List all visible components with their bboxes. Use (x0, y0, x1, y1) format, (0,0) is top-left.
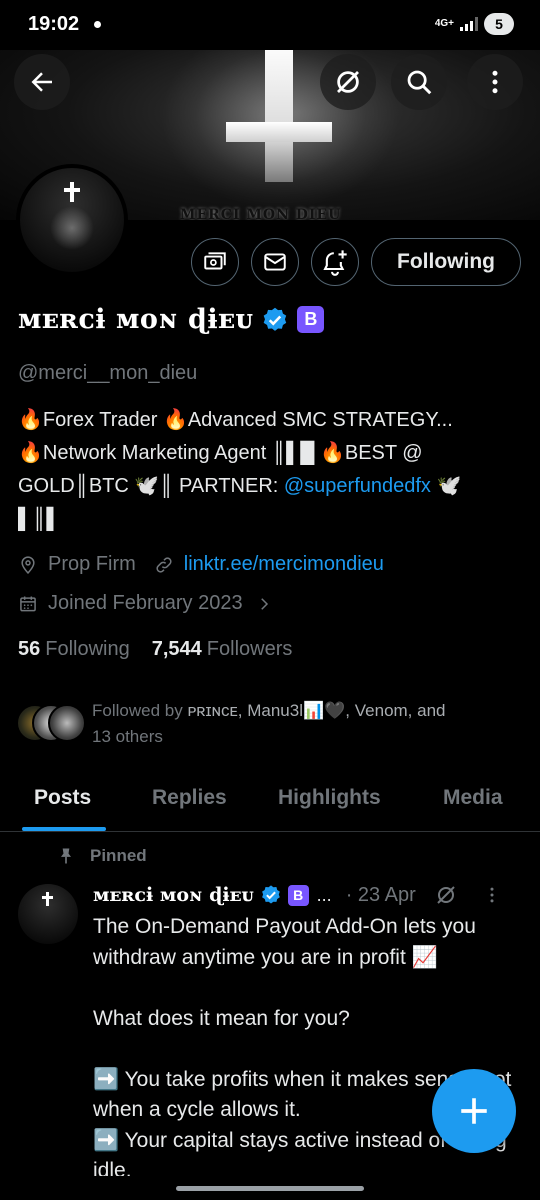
search-button[interactable] (391, 54, 447, 110)
post-header: ᴍᴇʀᴄɨ ᴍᴏɴ ɖɨᴇᴜ B ... · 23 Apr (93, 883, 523, 907)
chevron-right-icon (260, 597, 268, 610)
more-vertical-icon (492, 70, 498, 94)
battery-icon: 5 (484, 13, 514, 35)
bio-text: GOLD║BTC 🕊️║ PARTNER: (18, 475, 284, 497)
home-indicator[interactable] (176, 1186, 364, 1191)
tab-highlights[interactable]: Highlights (278, 786, 381, 810)
grok-icon[interactable] (434, 883, 458, 907)
post-subscription-badge: B (287, 884, 309, 906)
grok-icon (337, 71, 359, 93)
tab-posts[interactable]: Posts (34, 786, 91, 810)
tab-replies[interactable]: Replies (152, 786, 227, 810)
notify-button[interactable] (311, 238, 359, 286)
network-label: 4G+ (434, 18, 454, 29)
location-icon (21, 555, 35, 574)
back-arrow-icon (31, 72, 52, 92)
banner-cross-icon (265, 40, 293, 182)
followed-by-text: Followed by ᴘʀɪɴᴄᴇ, Manu3l📊🖤, Venom, and… (92, 698, 522, 750)
avatar (48, 704, 86, 742)
status-bar: 19:02 4G+ 5 (0, 0, 540, 50)
website-link[interactable]: linktr.ee/mercimondieu (184, 553, 384, 576)
joined-text: Joined February 2023 (48, 592, 243, 614)
notification-dot-icon (94, 21, 101, 28)
avatar-cross-bar (64, 188, 80, 192)
pinned-label: Pinned (90, 846, 147, 865)
banner-cross-bar (226, 122, 332, 142)
avatar-cross-bar (42, 896, 53, 899)
pinned-label-row: Pinned (56, 846, 147, 866)
profile-tabs: Posts Replies Highlights Media (0, 770, 540, 832)
status-icons: 4G+ 5 (435, 13, 514, 35)
more-button[interactable] (467, 54, 523, 110)
following-count: 56 (18, 638, 41, 660)
link-icon (156, 556, 172, 573)
battery-level: 5 (495, 16, 503, 32)
message-button[interactable] (251, 238, 299, 286)
bio-line: ▌║▌ (18, 508, 61, 530)
message-icon (264, 253, 286, 271)
banner-text: MERCI MON DIEU (180, 207, 342, 220)
status-time: 19:02 (28, 13, 80, 35)
post-author-truncation: ... (316, 884, 332, 905)
grok-button[interactable] (320, 54, 376, 110)
profile-name-row: ᴍᴇʀᴄɨ ᴍᴏɴ ɖɨᴇᴜ B (18, 304, 325, 335)
bio-line: 🔥Forex Trader 🔥Advanced SMC STRATEGY... (18, 409, 453, 431)
tips-icon (204, 252, 226, 270)
followed-by-avatars (16, 704, 88, 744)
bio-line: 🔥Network Marketing Agent ║▌█ 🔥BEST @ (18, 442, 423, 464)
following-label: Following (45, 638, 130, 660)
tab-media[interactable]: Media (443, 786, 503, 810)
profile-meta-joined-row[interactable]: Joined February 2023 (18, 592, 283, 615)
profile-bio: 🔥Forex Trader 🔥Advanced SMC STRATEGY... … (18, 404, 518, 536)
notification-bell-icon (323, 250, 347, 276)
pin-icon (61, 848, 71, 864)
post-more-icon[interactable] (482, 885, 502, 905)
subscription-badge: B (297, 306, 325, 333)
followed-by-prefix: Followed by (92, 701, 188, 720)
back-button[interactable] (14, 54, 70, 110)
bio-line: GOLD║BTC 🕊️║ PARTNER: @superfundedfx 🕊️ (18, 470, 518, 503)
post-date[interactable]: · 23 Apr (346, 884, 416, 907)
signal-icon (460, 17, 478, 31)
following-button[interactable]: Following (371, 238, 521, 286)
profile-meta-location-row: Prop Firm linktr.ee/mercimondieu (18, 553, 384, 576)
location-text: Prop Firm (48, 553, 136, 575)
search-icon (407, 70, 432, 95)
display-name: ᴍᴇʀᴄɨ ᴍᴏɴ ɖɨᴇᴜ (18, 304, 254, 335)
verified-icon (264, 307, 287, 331)
compose-button[interactable] (432, 1069, 516, 1153)
compose-plus-icon (461, 1098, 487, 1124)
verified-icon (261, 885, 280, 904)
followed-by-suffix: 13 others (92, 727, 163, 746)
avatar-cross-icon (46, 892, 49, 906)
followed-by-names: ᴘʀɪɴᴄᴇ, Manu3l📊🖤, Venom, and (187, 701, 446, 720)
followers-count: 7,544 (151, 638, 202, 660)
avatar-glow (50, 206, 94, 250)
following-count-link[interactable]: 56 Following (18, 638, 130, 661)
bio-mention-link[interactable]: @superfundedfx (284, 475, 431, 497)
avatar-cross-icon (70, 182, 74, 202)
follow-counts: 56 Following 7,544 Followers (18, 638, 292, 661)
followers-count-link[interactable]: 7,544 Followers (152, 638, 293, 661)
post-author-avatar[interactable] (18, 884, 78, 944)
followers-label: Followers (206, 638, 293, 660)
calendar-icon (20, 596, 36, 611)
tips-button[interactable] (191, 238, 239, 286)
post-author-name[interactable]: ᴍᴇʀᴄɨ ᴍᴏɴ ɖɨᴇᴜ (93, 884, 254, 906)
active-tab-indicator (22, 827, 106, 831)
profile-handle: @merci__mon_dieu (18, 362, 198, 384)
bio-text: 🕊️ (430, 475, 462, 497)
profile-avatar[interactable] (16, 164, 128, 276)
